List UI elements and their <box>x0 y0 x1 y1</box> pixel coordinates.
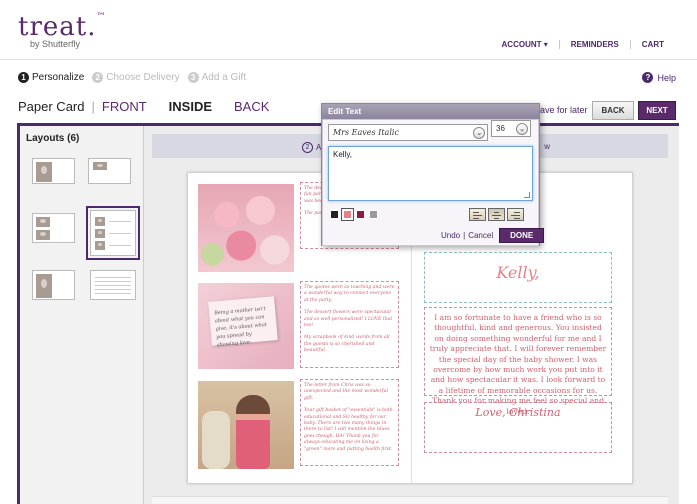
alignment-buttons <box>469 208 524 221</box>
font-size-select[interactable]: 36 ⌄ <box>491 120 531 137</box>
layouts-panel: Layouts (6) <box>20 126 144 504</box>
step-label: Personalize <box>32 72 85 83</box>
greeting-text-box[interactable]: Kelly, <box>424 252 612 303</box>
step-number: 2 <box>92 72 104 83</box>
align-right-icon[interactable] <box>507 208 524 221</box>
canvas-bottom-bar <box>152 496 668 504</box>
swatch-pink[interactable] <box>341 208 354 221</box>
dialog-title[interactable]: Edit Text <box>322 104 539 119</box>
photo-quote-card[interactable]: Being a mother isn't about what you can … <box>198 283 294 369</box>
dialog-actions: Undo | Cancel DONE <box>441 228 545 243</box>
layout-thumb-5[interactable] <box>32 270 75 300</box>
back-button[interactable]: BACK <box>592 101 634 120</box>
color-swatches <box>330 208 378 221</box>
font-value: Mrs Eaves Italic <box>333 128 399 137</box>
align-center-icon[interactable] <box>488 208 505 221</box>
reminders-link[interactable]: REMINDERS <box>558 40 630 49</box>
help-link[interactable]: ? Help <box>642 72 676 83</box>
cart-link[interactable]: CART <box>629 40 675 49</box>
photo-mother[interactable] <box>198 381 294 469</box>
toolbar-step-hint[interactable]: 2 A <box>302 142 321 153</box>
photo-quote-text: Being a mother isn't about what you can … <box>208 296 278 348</box>
save-for-later-link[interactable]: ave for later <box>540 105 588 115</box>
layouts-title: Layouts (6) <box>26 133 80 144</box>
layout-thumb-6[interactable] <box>90 270 136 300</box>
tab-back[interactable]: BACK <box>234 99 269 114</box>
step-label: Add a Gift <box>201 72 247 83</box>
action-separator: | <box>463 231 466 240</box>
signature-text-box[interactable]: Love, Christina <box>424 402 612 453</box>
top-nav: ACCOUNT ▾ REMINDERS CART <box>491 40 675 49</box>
account-menu[interactable]: ACCOUNT ▾ <box>491 40 559 49</box>
undo-link[interactable]: Undo <box>441 231 460 240</box>
card-side-tabs: Paper Card | FRONT INSIDE BACK <box>18 99 270 114</box>
layout-thumb-2[interactable] <box>88 158 131 184</box>
text-input-value: Kelly, <box>333 150 352 159</box>
resize-grip-icon[interactable] <box>524 192 530 198</box>
toolbar-step-number: 2 <box>302 142 313 153</box>
step-label: Choose Delivery <box>106 72 180 83</box>
help-label: Help <box>657 72 676 83</box>
text-box-3[interactable]: The letter from Chris was so unexpected … <box>300 379 399 466</box>
swatch-plum[interactable] <box>356 210 365 219</box>
card-type-label: Paper Card <box>18 99 85 114</box>
logo-text: treat. <box>18 12 97 42</box>
layout-thumb-1[interactable] <box>32 158 75 184</box>
logo-trademark: ™ <box>96 12 107 22</box>
swatch-gray[interactable] <box>369 210 378 219</box>
toolbar-right-text[interactable]: w <box>544 142 550 151</box>
step-number: 3 <box>187 72 199 83</box>
layout-thumb-3[interactable] <box>32 213 75 243</box>
text-box-2[interactable]: The quotes were so touching and were a w… <box>300 281 399 368</box>
step-personalize[interactable]: 1 Personalize <box>18 72 84 83</box>
step-add-gift[interactable]: 3 Add a Gift <box>187 72 247 83</box>
tab-front[interactable]: FRONT <box>102 99 147 114</box>
dialog-body: Mrs Eaves Italic ⌄ 36 ⌄ Kelly, Undo | Ca… <box>322 119 545 246</box>
next-button[interactable]: NEXT <box>638 101 676 120</box>
step-number: 1 <box>18 72 29 83</box>
edit-text-dialog: Edit Text Mrs Eaves Italic ⌄ 36 ⌄ Kelly, <box>321 103 545 246</box>
cancel-link[interactable]: Cancel <box>468 231 493 240</box>
header-divider <box>0 59 697 60</box>
message-text-box[interactable]: I am so fortunate to have a friend who i… <box>424 307 612 416</box>
help-icon: ? <box>642 72 654 83</box>
chevron-down-icon[interactable]: ⌄ <box>516 123 528 135</box>
layout-thumb-4-selected[interactable] <box>86 206 140 260</box>
progress-steps: 1 Personalize 2 Choose Delivery 3 Add a … <box>18 72 246 83</box>
text-input[interactable]: Kelly, <box>328 146 533 201</box>
photo-flowers[interactable] <box>198 184 294 272</box>
done-button[interactable]: DONE <box>499 228 545 243</box>
font-select[interactable]: Mrs Eaves Italic ⌄ <box>328 124 488 141</box>
tab-inside[interactable]: INSIDE <box>169 99 212 114</box>
step-choose-delivery[interactable]: 2 Choose Delivery <box>92 72 180 83</box>
font-size-value: 36 <box>496 124 505 133</box>
swatch-black[interactable] <box>330 210 339 219</box>
align-left-icon[interactable] <box>469 208 486 221</box>
page: treat.™ by Shutterfly ACCOUNT ▾ REMINDER… <box>0 0 697 504</box>
chevron-down-icon[interactable]: ⌄ <box>473 127 485 139</box>
treat-logo[interactable]: treat.™ by Shutterfly <box>18 12 106 49</box>
